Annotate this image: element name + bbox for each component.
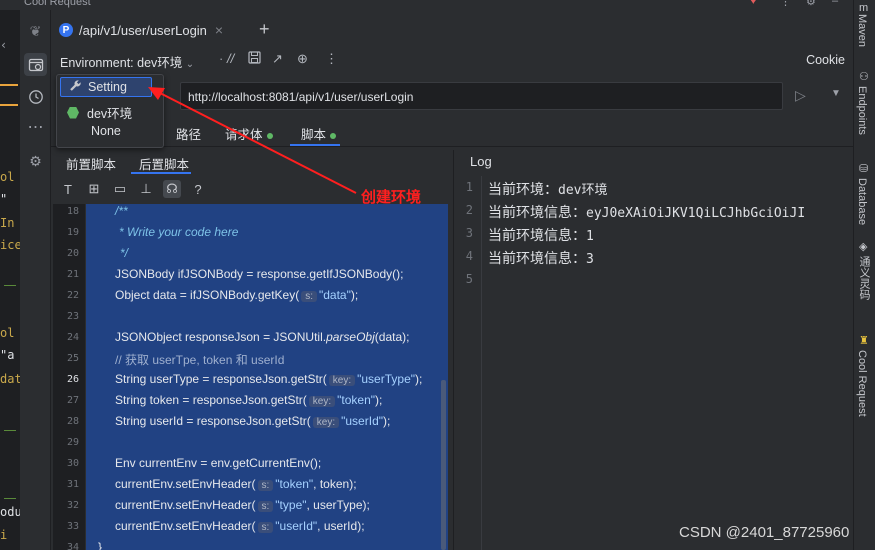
annotation-arrow bbox=[148, 87, 357, 194]
annotation-label: 创建环境 bbox=[361, 189, 422, 206]
app-window: Cool Request ♥ ⋮ ⚙ – ‹ ol " In ice ol "a… bbox=[0, 0, 875, 550]
watermark: CSDN @2401_87725960 bbox=[679, 524, 850, 541]
